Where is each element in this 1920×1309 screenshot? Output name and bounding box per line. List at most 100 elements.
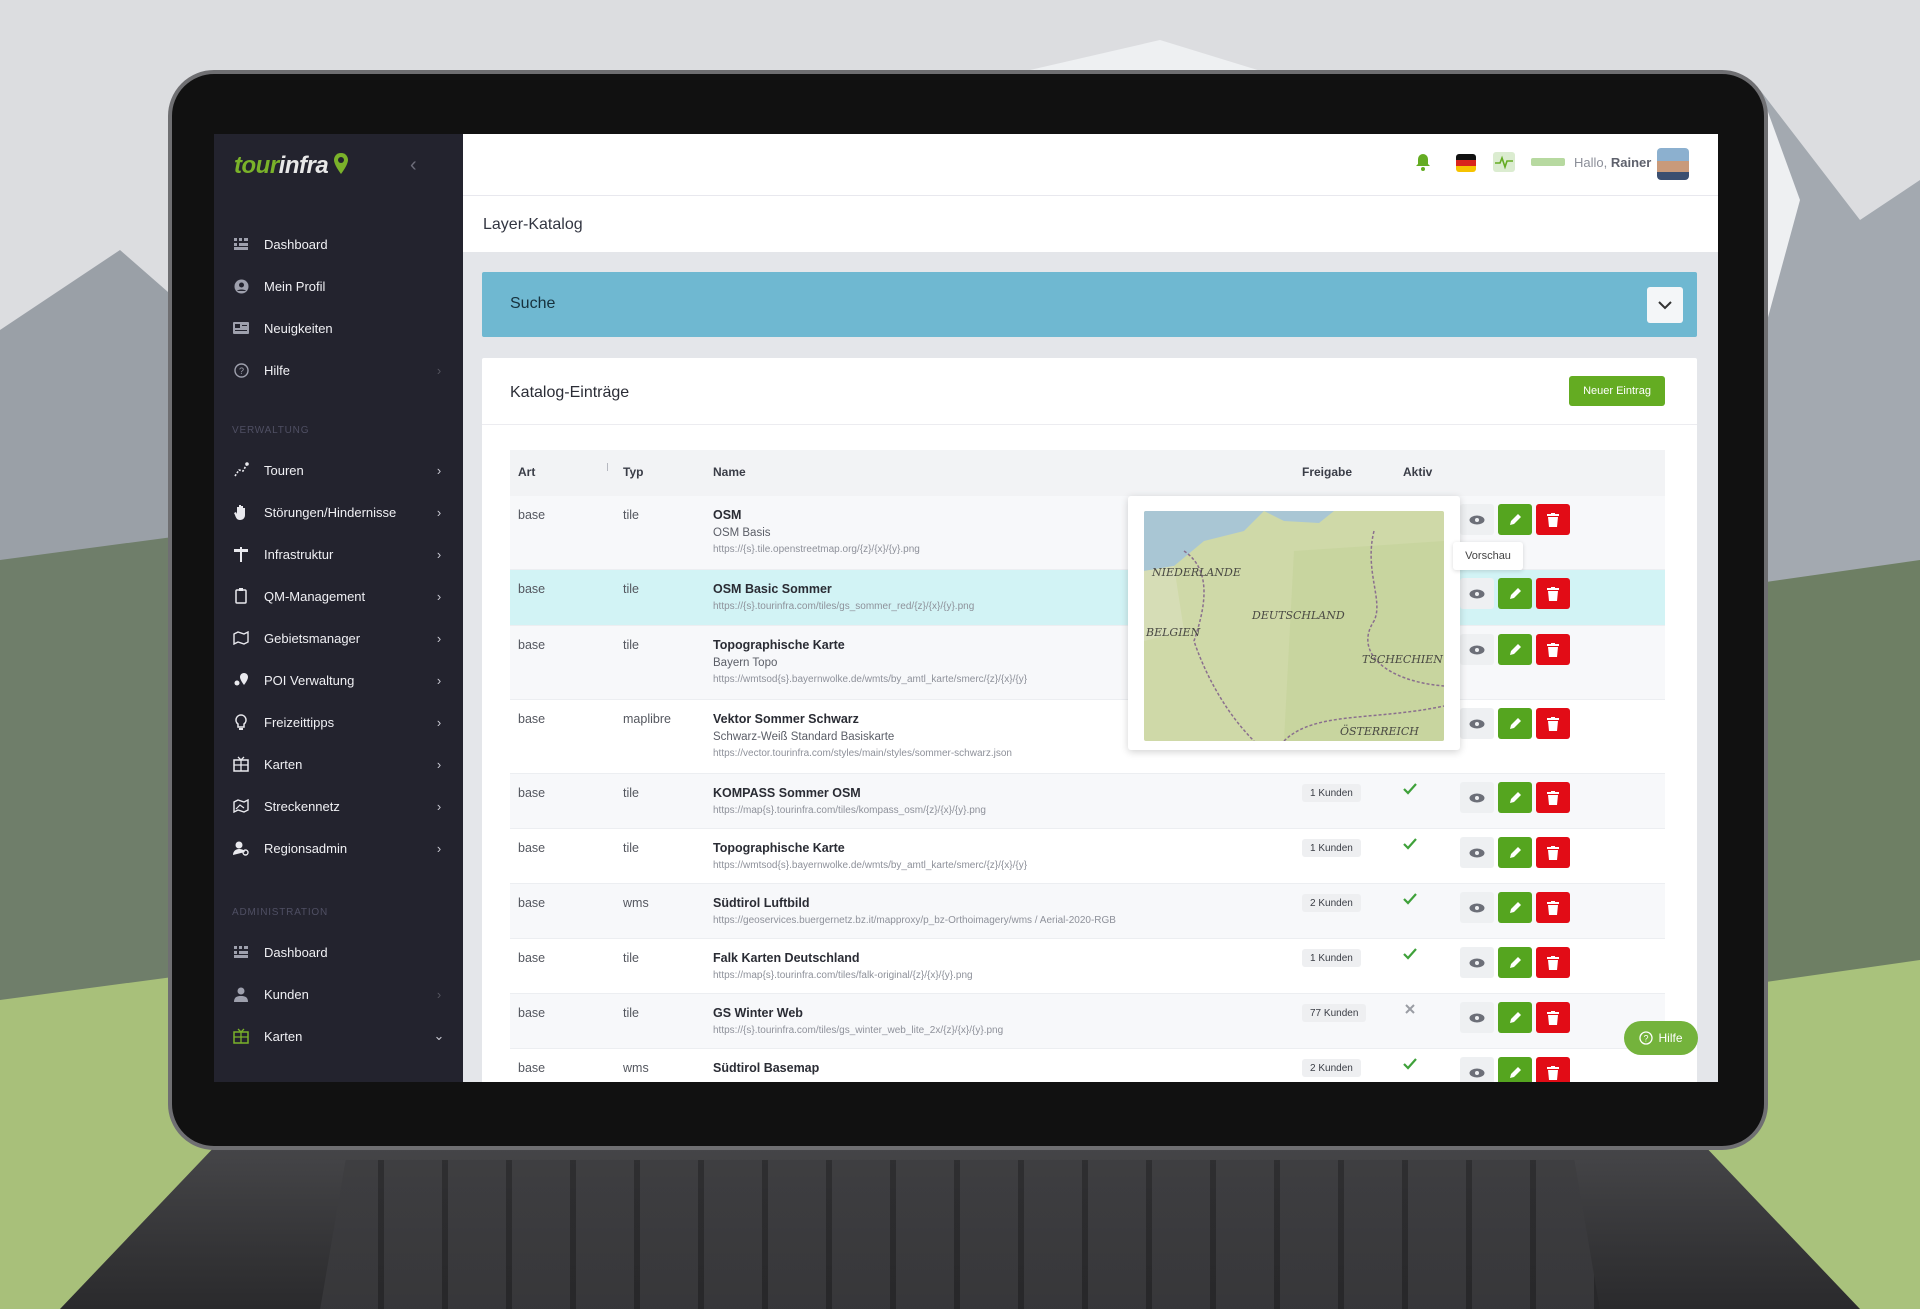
- help-button[interactable]: ? Hilfe: [1624, 1021, 1698, 1055]
- table-row[interactable]: base maplibre Vektor Sommer Schwarz Schwa…: [510, 700, 1665, 774]
- map-label-belgien: BELGIEN: [1145, 626, 1201, 639]
- cell-name: Südtirol Basemap: [713, 1061, 819, 1080]
- layer-url: https://{s}.tourinfra.com/tiles/gs_somme…: [713, 601, 975, 612]
- preview-button[interactable]: [1460, 504, 1494, 535]
- edit-button[interactable]: [1498, 708, 1532, 739]
- cell-typ: wms: [623, 1061, 649, 1075]
- edit-button[interactable]: [1498, 578, 1532, 609]
- delete-button[interactable]: [1536, 947, 1570, 978]
- preview-button[interactable]: [1460, 837, 1494, 868]
- edit-button[interactable]: [1498, 892, 1532, 923]
- freigabe-badge: 2 Kunden: [1302, 1059, 1361, 1077]
- cell-typ: wms: [623, 896, 649, 910]
- cell-name: OSM OSM Basis https://{s}.tile.openstreetm…: [713, 508, 920, 555]
- cell-name: GS Winter Web https://{s}.tourinfra.com/t…: [713, 1006, 1003, 1036]
- row-actions: [1460, 837, 1570, 868]
- layer-url: https://wmtsod{s}.bayernwolke.de/wmts/by…: [713, 674, 1028, 685]
- cell-typ: tile: [623, 582, 639, 596]
- map-label-niederlande: NIEDERLANDE: [1151, 566, 1241, 579]
- column-header-typ[interactable]: Typ: [623, 465, 643, 479]
- edit-button[interactable]: [1498, 1002, 1532, 1033]
- cell-art: base: [518, 1006, 546, 1020]
- table-row[interactable]: base tile KOMPASS Sommer OSM https://map{…: [510, 774, 1665, 829]
- table-row[interactable]: base tile Topographische Karte Bayern Top…: [510, 626, 1665, 700]
- cell-art: base: [518, 896, 546, 910]
- cell-name: Topographische Karte Bayern Topo https://w…: [713, 638, 1027, 685]
- freigabe-badge: 1 Kunden: [1302, 839, 1361, 857]
- eye-icon: [1469, 515, 1485, 524]
- edit-button[interactable]: [1498, 634, 1532, 665]
- trash-icon: [1547, 955, 1559, 970]
- layer-name: Südtirol Luftbild: [713, 896, 810, 910]
- preview-button[interactable]: [1460, 634, 1494, 665]
- delete-button[interactable]: [1536, 634, 1570, 665]
- column-header-aktiv[interactable]: Aktiv: [1403, 465, 1432, 479]
- table-row[interactable]: base tile OSM Basic Sommer https://{s}.to…: [510, 570, 1665, 626]
- check-icon: [1403, 893, 1417, 905]
- column-header-freigabe[interactable]: Freigabe: [1302, 465, 1352, 479]
- trash-icon: [1547, 586, 1559, 601]
- delete-button[interactable]: [1536, 1002, 1570, 1033]
- cell-typ: tile: [623, 508, 639, 522]
- delete-button[interactable]: [1536, 837, 1570, 868]
- trash-icon: [1547, 1065, 1559, 1080]
- layer-url: https://wmtsod{s}.bayernwolke.de/wmts/by…: [713, 860, 1028, 871]
- delete-button[interactable]: [1536, 782, 1570, 813]
- delete-button[interactable]: [1536, 504, 1570, 535]
- trash-icon: [1547, 642, 1559, 657]
- delete-button[interactable]: [1536, 708, 1570, 739]
- new-entry-button[interactable]: Neuer Eintrag: [1569, 376, 1665, 406]
- freigabe-badge: 1 Kunden: [1302, 949, 1361, 967]
- table-row[interactable]: base wms Südtirol Basemap 2 Kunden: [510, 1049, 1665, 1082]
- trash-icon: [1547, 790, 1559, 805]
- catalog-title: Katalog-Einträge: [510, 384, 630, 401]
- map-label-deutschland: DEUTSCHLAND: [1251, 609, 1345, 622]
- pencil-icon: [1510, 1011, 1521, 1023]
- cell-typ: tile: [623, 841, 639, 855]
- cell-typ: tile: [623, 1006, 639, 1020]
- preview-button[interactable]: [1460, 947, 1494, 978]
- map-preview-popup: NIEDERLANDE DEUTSCHLAND BELGIEN TSCHECHI…: [1128, 496, 1460, 750]
- edit-button[interactable]: [1498, 1057, 1532, 1082]
- preview-button[interactable]: [1460, 578, 1494, 609]
- edit-button[interactable]: [1498, 504, 1532, 535]
- column-header-art[interactable]: Art: [518, 465, 535, 479]
- keyboard: [320, 1160, 1600, 1309]
- preview-button[interactable]: [1460, 1057, 1494, 1082]
- pencil-icon: [1510, 791, 1521, 803]
- preview-button[interactable]: [1460, 708, 1494, 739]
- delete-button[interactable]: [1536, 892, 1570, 923]
- table-row[interactable]: base tile GS Winter Web https://{s}.touri…: [510, 994, 1665, 1049]
- delete-button[interactable]: [1536, 578, 1570, 609]
- table-row[interactable]: base wms Südtirol Luftbild https://geoser…: [510, 884, 1665, 939]
- cell-name: Topographische Karte https://wmtsod{s}.ba…: [713, 841, 1027, 871]
- preview-button[interactable]: [1460, 1002, 1494, 1033]
- row-actions: [1460, 892, 1570, 923]
- edit-button[interactable]: [1498, 782, 1532, 813]
- layer-url: https://{s}.tile.openstreetmap.org/{z}/{…: [713, 544, 920, 555]
- check-icon: [1403, 838, 1417, 850]
- delete-button[interactable]: [1536, 1057, 1570, 1082]
- layer-name: GS Winter Web: [713, 1006, 803, 1020]
- edit-button[interactable]: [1498, 837, 1532, 868]
- preview-button[interactable]: [1460, 782, 1494, 813]
- row-actions: [1460, 1057, 1570, 1082]
- column-header-name[interactable]: Name: [713, 465, 746, 479]
- preview-button[interactable]: [1460, 892, 1494, 923]
- table-row[interactable]: base tile Topographische Karte https://wm…: [510, 829, 1665, 884]
- freigabe-badge: 2 Kunden: [1302, 894, 1361, 912]
- row-actions: [1460, 578, 1570, 609]
- search-toggle-button[interactable]: [1647, 287, 1683, 323]
- layer-description: OSM Basis: [713, 527, 771, 539]
- table-row[interactable]: base tile Falk Karten Deutschland https:/…: [510, 939, 1665, 994]
- eye-icon: [1469, 903, 1485, 912]
- row-actions: [1460, 504, 1570, 535]
- eye-icon: [1469, 719, 1485, 728]
- freigabe-badge: 77 Kunden: [1302, 1004, 1367, 1022]
- edit-button[interactable]: [1498, 947, 1532, 978]
- search-panel[interactable]: Suche: [482, 272, 1697, 337]
- layer-name: Topographische Karte: [713, 841, 845, 855]
- eye-icon: [1469, 589, 1485, 598]
- layer-url: https://map{s}.tourinfra.com/tiles/falk-…: [713, 970, 973, 981]
- row-actions: [1460, 947, 1570, 978]
